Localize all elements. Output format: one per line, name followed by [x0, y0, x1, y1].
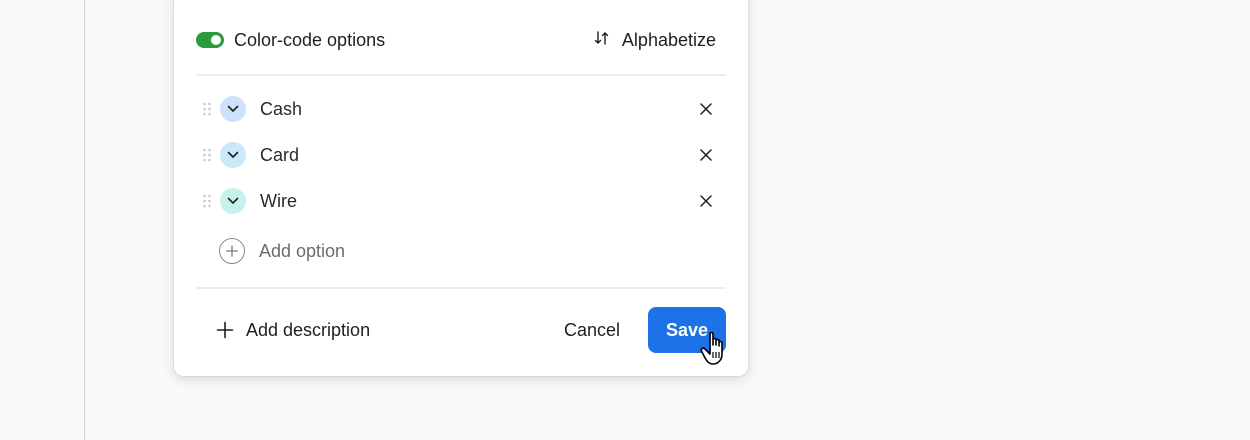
cancel-button[interactable]: Cancel: [564, 320, 620, 341]
list-item: Cash: [196, 86, 726, 132]
options-list: Cash Card Wire Add option: [196, 86, 726, 278]
remove-option-button[interactable]: [696, 99, 716, 119]
color-chevron-down-icon[interactable]: [220, 96, 246, 122]
list-item: Wire: [196, 178, 726, 224]
alphabetize-label: Alphabetize: [621, 29, 716, 50]
add-description-label: Add description: [246, 319, 371, 340]
edit-field-options-panel: Color-code options Alphabetize Cash Card…: [174, 0, 748, 376]
close-icon: [700, 149, 712, 161]
left-gutter: [0, 0, 85, 440]
color-chevron-down-icon[interactable]: [220, 142, 246, 168]
add-option-label: Add option: [259, 240, 346, 261]
options-toolbar: Color-code options Alphabetize: [196, 23, 726, 57]
drag-handle-icon[interactable]: [196, 101, 218, 117]
color-code-toggle[interactable]: [196, 32, 224, 48]
option-label[interactable]: Wire: [260, 191, 297, 212]
list-item: Card: [196, 132, 726, 178]
color-code-toggle-control[interactable]: Color-code options: [196, 30, 385, 51]
color-code-label: Color-code options: [234, 29, 386, 50]
drag-handle-icon[interactable]: [196, 147, 218, 163]
close-icon: [700, 195, 712, 207]
sort-arrows-icon: [594, 30, 610, 51]
remove-option-button[interactable]: [696, 191, 716, 211]
option-label[interactable]: Cash: [260, 99, 302, 120]
add-description-button[interactable]: Add description: [196, 320, 370, 341]
app-background: Color-code options Alphabetize Cash Card…: [0, 0, 1250, 440]
option-label[interactable]: Card: [260, 145, 299, 166]
divider: [196, 74, 726, 76]
add-option-button[interactable]: Add option: [196, 224, 726, 278]
plus-circle-icon: [219, 238, 245, 264]
drag-handle-icon[interactable]: [196, 193, 218, 209]
hand-pointer-cursor-icon: [700, 330, 734, 373]
plus-icon: [216, 321, 234, 339]
divider: [196, 287, 726, 289]
alphabetize-button[interactable]: Alphabetize: [594, 30, 726, 51]
panel-footer: Add description Cancel Save: [196, 306, 726, 354]
color-chevron-down-icon[interactable]: [220, 188, 246, 214]
close-icon: [700, 103, 712, 115]
remove-option-button[interactable]: [696, 145, 716, 165]
